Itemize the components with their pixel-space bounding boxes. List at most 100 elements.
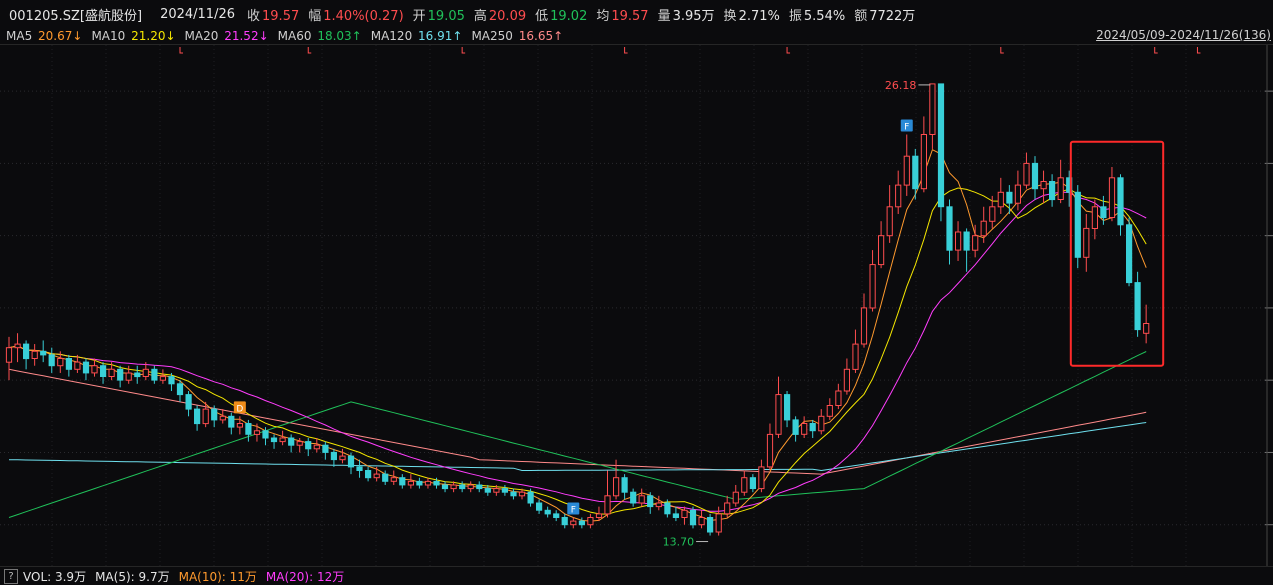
candle-down [23,343,30,360]
candle-down [484,488,491,493]
amount-label: 额 [854,8,868,24]
amplitude-label: 振 [788,8,802,24]
badge-label: F [571,505,576,515]
ma60-value: 18.03↑ [317,29,362,43]
candle-up [895,184,902,208]
open-value: 19.05 [427,8,465,24]
candle-down [305,441,312,450]
candle-up [202,408,209,425]
candle-up [843,368,850,392]
ma60-item[interactable]: MA60 18.03↑ [278,29,362,43]
candle-down [527,491,534,504]
candle-up [518,491,526,497]
candle-up [1040,181,1047,190]
avg-field: 均 19.57 [596,5,648,24]
badge-label: F [904,122,909,132]
candle-down [228,415,235,428]
candle-down [963,231,970,251]
candle-down [578,520,585,526]
candle-up [407,480,414,486]
candle-down [151,368,158,381]
candle-down [809,423,816,432]
ma120-item[interactable]: MA120 16.91↑ [371,29,463,43]
candle-up [390,477,397,482]
high-label: 26.18 [885,79,917,92]
candle-up [715,513,722,533]
candle-up [313,444,320,450]
high-label: 高 [473,8,487,24]
candle-down [536,502,543,511]
turnover-value: 2.71% [738,8,780,24]
ma10-value: 21.20↓ [131,29,176,43]
candle-up [125,372,132,381]
candle-up [296,441,303,446]
change-field: 幅 1.40%(0.27) [308,5,403,24]
candle-up [638,495,645,504]
date-range[interactable]: 2024/05/09-2024/11/26(136) [1096,28,1271,42]
candle-up [655,502,662,508]
avg-value: 19.57 [611,8,649,24]
ma60-line [8,351,1147,518]
candle-down [749,477,756,490]
change-label: 幅 [308,8,322,24]
candle-down [792,419,799,435]
candle-down [330,451,337,461]
candle-up [219,415,226,421]
candle-up [766,433,774,468]
candle-up [467,484,474,490]
candle-up [450,484,457,490]
candle-up [698,517,705,526]
candle-up [91,365,98,374]
ma5-name: MA5 [6,29,33,43]
candle-down [459,484,466,490]
candle-down [784,394,791,421]
candle-down [48,354,55,367]
vol-ma20: MA(20): 12万 [265,569,345,584]
event-marker [179,47,183,54]
candle-down [561,517,568,526]
candle-up [14,343,21,349]
candle-down [664,502,671,515]
candle-down [356,466,363,471]
candle-up [724,502,731,515]
ma-legend: MA5 20.67↓ MA10 21.20↓ MA20 21.52↓ MA60 … [0,28,1273,45]
ma250-item[interactable]: MA250 16.65↑ [471,29,563,43]
candle-up [424,480,432,486]
candle-up [801,423,808,435]
candle-up [989,206,996,222]
kline-chart[interactable]: 26.18 13.70 D F F [0,45,1273,566]
candle-up [74,361,81,370]
event-marker [624,47,628,54]
candle-up [997,191,1004,208]
candle-down [347,455,355,468]
candle-up [852,343,859,370]
candle-down [621,477,628,493]
avg-label: 均 [596,8,610,24]
candle-down [912,155,919,190]
help-icon[interactable]: ? [4,568,18,584]
candle-down [433,480,440,486]
candle-down [382,473,389,482]
stock-code[interactable]: 001205.SZ[盛航股份] [9,5,142,24]
ma10-item[interactable]: MA10 21.20↓ [91,29,175,43]
high-value: 20.09 [488,8,527,24]
candle-up [681,509,688,518]
close-label: 收 [247,8,261,24]
candle-up [835,390,842,406]
ma20-item[interactable]: MA20 21.52↓ [185,29,269,43]
volume-field: 量 3.95万 [658,5,715,24]
ma20-name: MA20 [184,29,219,43]
candle-down [553,513,560,518]
candle-down [707,517,714,533]
low-value: 19.02 [550,8,588,24]
candle-up [57,358,64,367]
candle-down [168,376,175,385]
candle-down [322,444,329,453]
ma5-item[interactable]: MA5 20.67↓ [6,29,82,43]
candle-down [262,430,269,439]
candle-down [1100,206,1107,219]
candle-up [818,415,825,432]
candle-up [5,347,13,363]
candle-up [159,376,167,381]
kline-svg[interactable]: 26.18 13.70 D F F [0,45,1273,566]
